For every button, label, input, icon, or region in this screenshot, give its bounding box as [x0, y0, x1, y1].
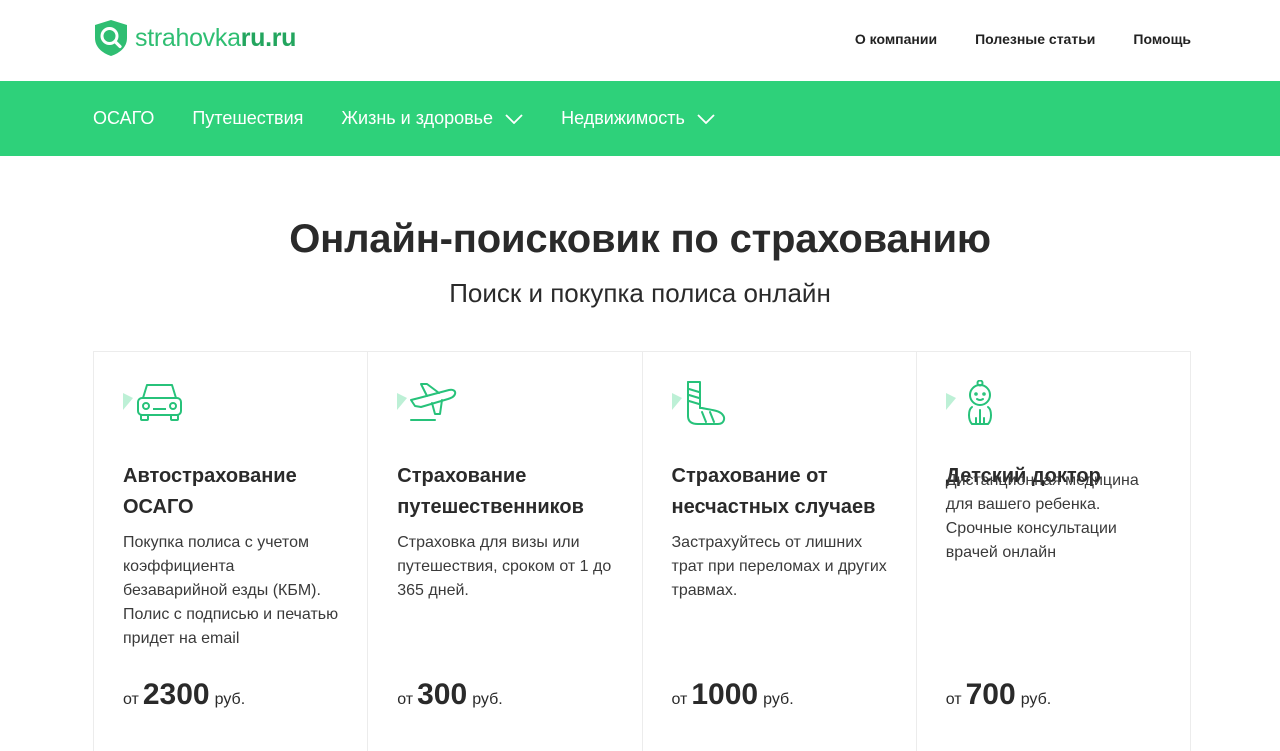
car-icon — [123, 384, 182, 421]
price-value: 700 — [965, 678, 1016, 711]
card-title: Страхование от несчастных случаев — [672, 461, 888, 523]
card-title-line2: ОСАГО — [123, 496, 194, 518]
card-title-line2: путешественников — [397, 496, 584, 518]
price-value: 2300 — [142, 678, 210, 711]
baby-icon — [945, 379, 992, 425]
menu-item-label: Путешествия — [192, 108, 304, 128]
hero-section: Онлайн-поисковик по страхованию Поиск и … — [0, 217, 1280, 309]
price-prefix: от — [123, 691, 139, 708]
logo-text-part1: strahovka — [135, 23, 241, 52]
price-prefix: от — [945, 691, 962, 708]
menu-item-label: ОСАГО — [93, 108, 155, 128]
menu-item-travel[interactable]: Путешествия — [192, 108, 303, 129]
card-description: Застрахуйтесь от лишних трат при перелом… — [671, 534, 887, 599]
top-nav: О компании Полезные статьи Помощь — [817, 31, 1191, 47]
price-value: 300 — [417, 678, 468, 711]
product-card-travel[interactable]: Страхование путешественников Страховка д… — [368, 352, 643, 751]
logo-text-part2: ru.ru — [240, 23, 297, 52]
menu-item-real-estate[interactable]: Недвижимость — [561, 108, 715, 129]
price-prefix: от — [397, 691, 414, 708]
card-title: Автострахование ОСАГО — [123, 461, 339, 523]
product-cards: Автострахование ОСАГО Покупка полиса с у… — [93, 351, 1191, 751]
card-price: от 300 руб. — [397, 678, 502, 712]
main-menu: ОСАГО Путешествия Жизнь и здоровье Недви… — [0, 81, 1280, 156]
card-title-line1: Страхование — [397, 465, 527, 487]
nav-link-articles[interactable]: Полезные статьи — [975, 31, 1095, 47]
menu-item-osago[interactable]: ОСАГО — [93, 108, 154, 129]
site-logo[interactable]: strahovkaru.ru — [93, 19, 296, 57]
card-description: Покупка полиса с учетом коэффициента без… — [123, 534, 339, 647]
logo-text: strahovkaru.ru — [135, 24, 296, 53]
card-description: Страховка для визы или путешествия, срок… — [397, 534, 612, 599]
price-currency: руб. — [214, 691, 246, 708]
price-currency: руб. — [1020, 691, 1052, 708]
card-title-line1: Автострахование — [123, 465, 297, 487]
product-card-accident[interactable]: Страхование от несчастных случаев Застра… — [643, 352, 917, 751]
menu-item-life-health[interactable]: Жизнь и здоровье — [341, 108, 523, 129]
page-title: Онлайн-поисковик по страхованию — [289, 217, 991, 261]
top-header: strahovkaru.ru О компании Полезные стать… — [0, 0, 1280, 81]
bandaged-leg-icon — [671, 381, 725, 425]
airplane-icon — [397, 383, 457, 421]
card-price: от 1000 руб. — [672, 678, 794, 712]
shield-search-icon — [95, 20, 127, 56]
card-title-line1: Страхование от — [671, 465, 828, 487]
price-value: 1000 — [691, 678, 759, 711]
menu-item-label: Недвижимость — [561, 108, 685, 128]
nav-link-help[interactable]: Помощь — [1133, 31, 1191, 47]
menu-item-label: Жизнь и здоровье — [341, 108, 494, 128]
page-subtitle: Поиск и покупка полиса онлайн — [449, 278, 831, 308]
product-card-child-doctor[interactable]: Детский доктор Дистанционная медицина дл… — [917, 352, 1190, 751]
card-price: от 2300 руб. — [123, 678, 245, 712]
nav-link-about[interactable]: О компании — [855, 31, 937, 47]
price-prefix: от — [671, 691, 688, 708]
card-description: Дистанционная медицина для вашего ребенк… — [945, 472, 1139, 561]
product-card-osago[interactable]: Автострахование ОСАГО Покупка полиса с у… — [94, 352, 369, 751]
card-title: Страхование путешественников — [397, 461, 613, 523]
card-price: от 700 руб. — [946, 678, 1051, 712]
price-currency: руб. — [472, 691, 503, 708]
card-title-line2: несчастных случаев — [671, 496, 876, 518]
price-currency: руб. — [763, 691, 794, 708]
chevron-down-icon — [697, 113, 715, 124]
chevron-down-icon — [505, 113, 523, 124]
